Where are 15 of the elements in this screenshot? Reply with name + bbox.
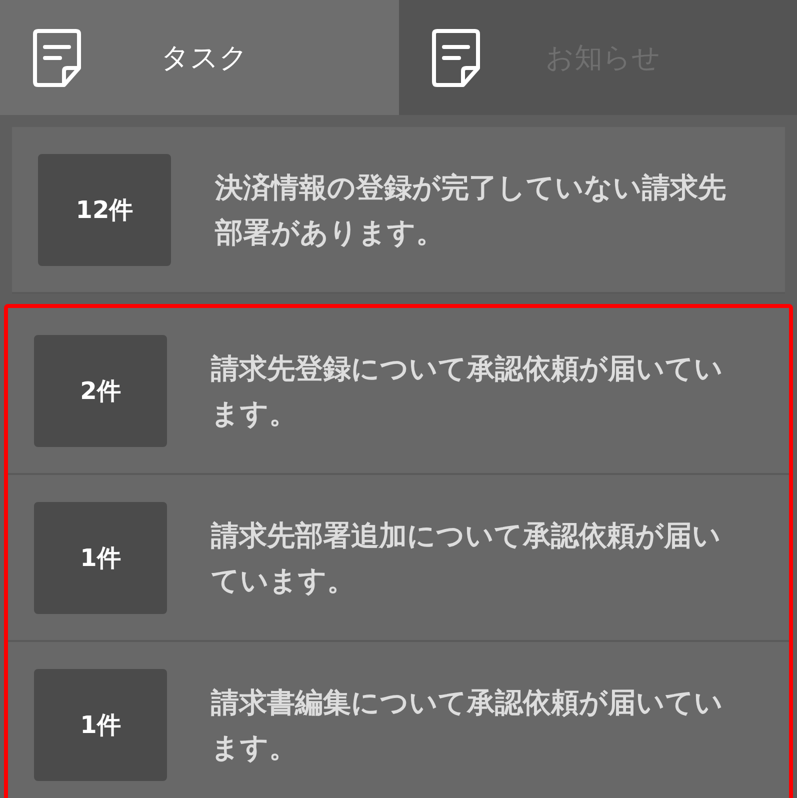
task-card[interactable]: 12件 決済情報の登録が完了していない請求先部署があります。 <box>12 127 785 294</box>
document-icon <box>430 28 480 88</box>
count-badge: 1件 <box>34 668 167 780</box>
task-message: 請求先登録について承認依頼が届いています。 <box>211 350 724 432</box>
tab[interactable]: タスク <box>0 0 398 115</box>
task-message: 請求書編集について承認依頼が届いています。 <box>211 684 724 766</box>
document-icon <box>32 28 82 88</box>
count-badge: 12件 <box>38 154 171 266</box>
task-message: 請求先部署追加について承認依頼が届いています。 <box>211 518 722 598</box>
task-card[interactable]: 1件 請求先部署追加について承認依頼が届いています。 <box>8 475 789 642</box>
task-message: 決済情報の登録が完了していない請求先部署があります。 <box>215 170 727 250</box>
task-card[interactable]: 1件 請求書編集について承認依頼が届いています。 <box>8 642 789 798</box>
count-badge: 1件 <box>34 502 167 614</box>
count-badge: 2件 <box>34 334 167 446</box>
task-card[interactable]: 2件 請求先登録について承認依頼が届いています。 <box>8 308 789 475</box>
